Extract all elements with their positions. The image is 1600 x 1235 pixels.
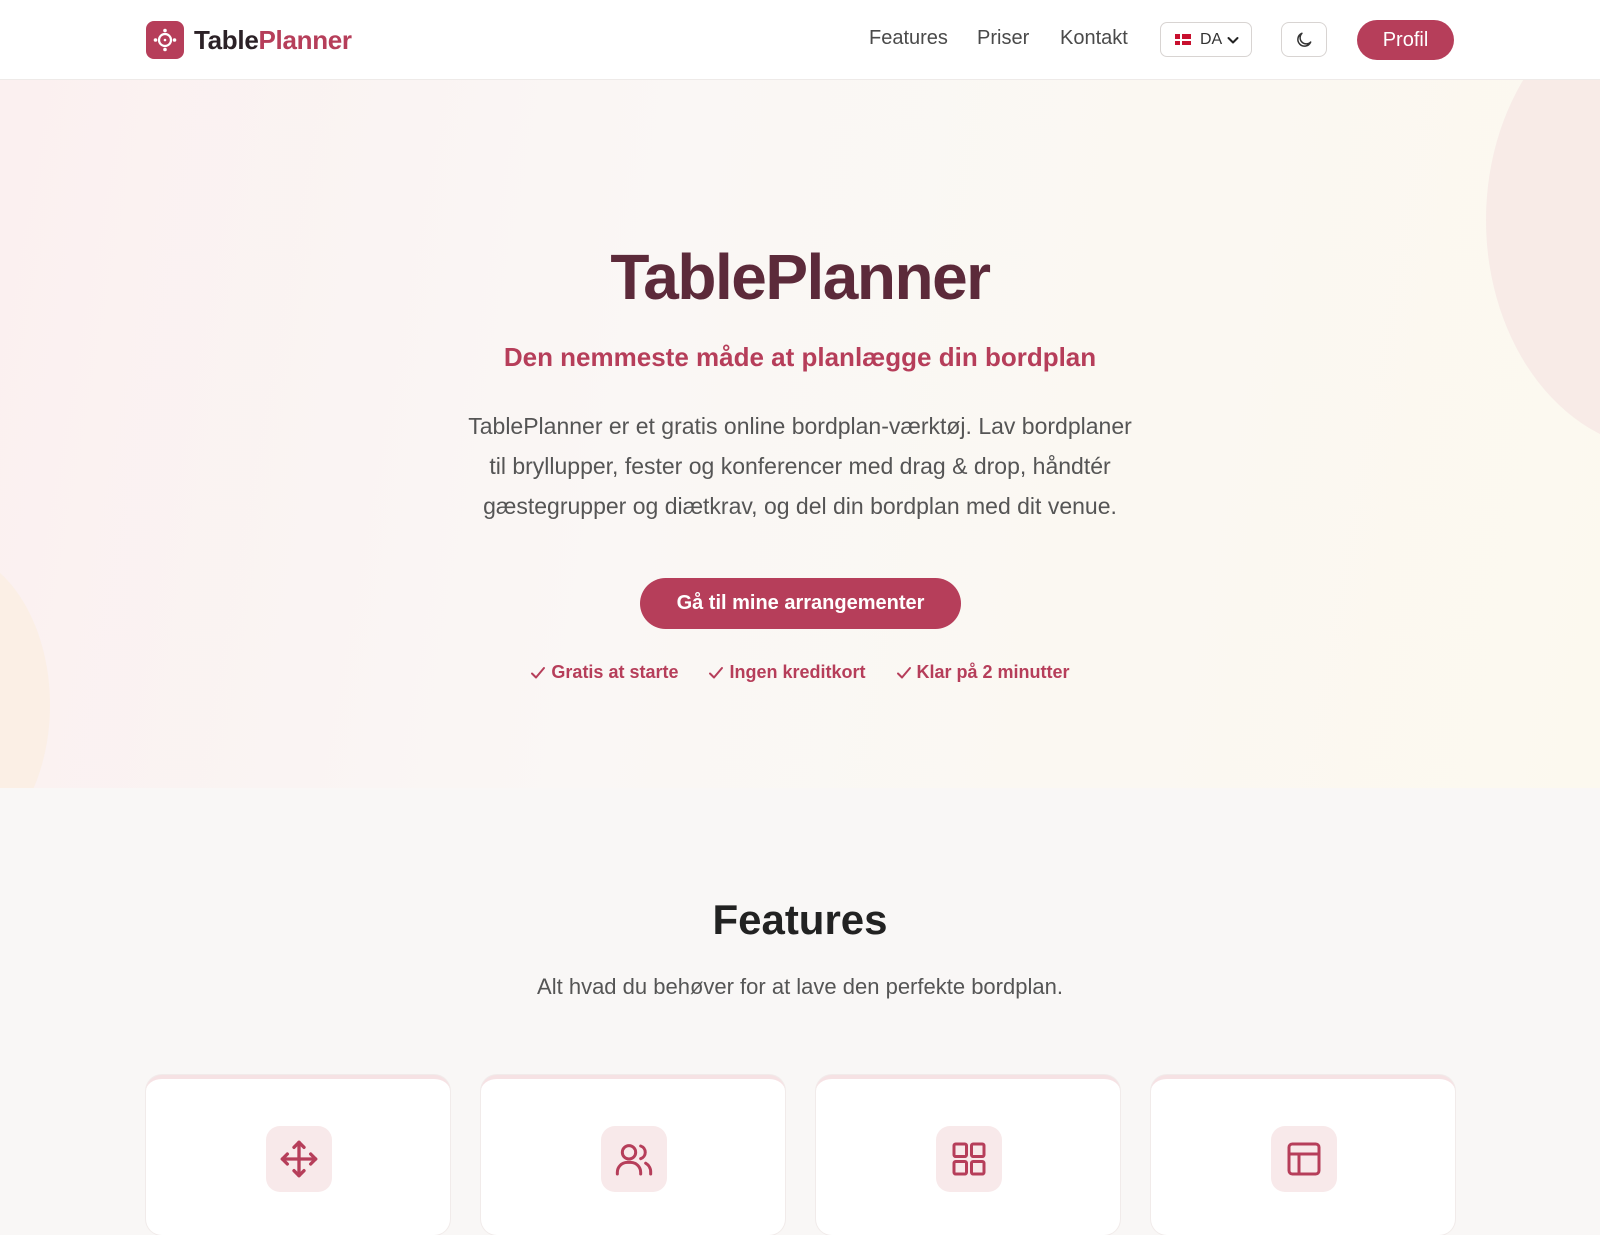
- dark-mode-toggle-button[interactable]: [1281, 22, 1327, 57]
- language-code: DA: [1200, 30, 1223, 48]
- hero-subtitle: Den nemmeste måde at planlægge din bordp…: [503, 342, 1097, 372]
- perk-item: Ingen kreditkort: [708, 662, 866, 683]
- feature-card-drag-drop: [146, 1075, 450, 1235]
- go-to-events-button[interactable]: Gå til mine arrangementer: [640, 578, 961, 629]
- navbar: TablePlanner Features Priser Kontakt DA …: [0, 0, 1600, 80]
- check-icon: [896, 666, 911, 678]
- profile-button[interactable]: Profil: [1357, 20, 1454, 60]
- feature-card-tables: [816, 1075, 1120, 1235]
- move-icon: [266, 1126, 332, 1192]
- nav-links: Features Priser Kontakt DA Profil: [0, 0, 1600, 80]
- feature-card-layout: [1151, 1075, 1455, 1235]
- nav-link-priser[interactable]: Priser: [977, 27, 1029, 50]
- chevron-down-icon: [1227, 37, 1239, 44]
- nav-link-features[interactable]: Features: [869, 27, 948, 50]
- perk-item: Klar på 2 minutter: [896, 662, 1070, 683]
- features-subtitle: Alt hvad du behøver for at lave den perf…: [537, 974, 1063, 999]
- language-select[interactable]: DA: [1160, 22, 1252, 57]
- layout-icon: [1271, 1126, 1337, 1192]
- check-icon: [709, 666, 724, 678]
- users-icon: [601, 1126, 667, 1192]
- perks-list: Gratis at starte Ingen kreditkort Klar p…: [0, 662, 1600, 683]
- perk-item: Gratis at starte: [530, 662, 678, 683]
- check-icon: [531, 666, 546, 678]
- perk-label: Gratis at starte: [551, 662, 679, 682]
- feature-card-guests: [481, 1075, 785, 1235]
- perk-label: Klar på 2 minutter: [916, 662, 1070, 682]
- hero-description: TablePlanner er et gratis online bordpla…: [468, 413, 1132, 519]
- moon-icon: [1297, 32, 1312, 47]
- grid-icon: [936, 1126, 1002, 1192]
- features-title: Features: [712, 896, 888, 943]
- nav-link-kontakt[interactable]: Kontakt: [1060, 27, 1128, 50]
- danish-flag-icon: [1175, 34, 1191, 45]
- hero-title: TablePlanner: [610, 241, 991, 313]
- hero-section: TablePlanner Den nemmeste måde at planlæ…: [0, 80, 1600, 788]
- perk-label: Ingen kreditkort: [729, 662, 866, 682]
